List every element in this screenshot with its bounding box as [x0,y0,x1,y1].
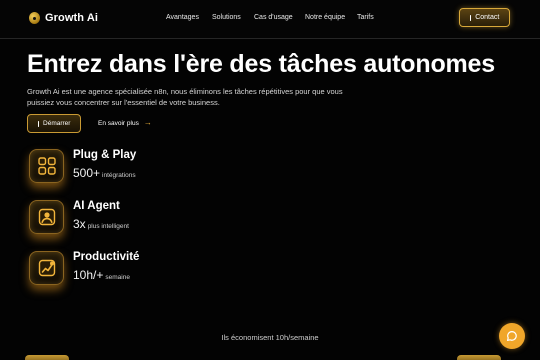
hero-title: Entrez dans l'ère des tâches autonomes [27,50,495,78]
grid-apps-icon [29,149,64,183]
arrow-right-icon: → [143,118,152,127]
feature-stat-label: semaine [105,274,130,281]
feature-title: Productivité [73,251,140,263]
user-agent-icon [29,200,64,234]
learn-more-label: En savoir plus [98,119,139,127]
nav-link-equipe[interactable]: Notre équipe [305,14,345,21]
learn-more-link[interactable]: En savoir plus → [98,119,152,127]
feature-stat-value: 3x [73,217,86,231]
feature-ai-agent: AI Agent 3x plus intelligent [29,200,349,240]
site-header: Growth Ai Avantages Solutions Cas d'usag… [0,0,540,39]
feature-stat: 3x plus intelligent [73,217,129,231]
feature-stat-value: 500+ [73,166,101,180]
partner-logo-card [25,355,69,360]
start-button[interactable]: Démarrer [27,114,81,133]
bar-icon [469,14,472,21]
feature-stat: 10h/+ semaine [73,268,130,282]
feature-plug-play: Plug & Play 500+ intégrations [29,149,349,189]
growth-chart-icon [29,251,64,285]
nav-link-tarifs[interactable]: Tarifs [357,14,374,21]
start-button-label: Démarrer [43,120,71,127]
feature-stat-label: plus intelligent [87,223,129,230]
chat-bubble-icon [507,331,517,341]
feature-stat-value: 10h/+ [73,268,104,282]
savings-note: Ils économisent 10h/semaine [221,333,319,342]
feature-title: AI Agent [73,200,120,212]
contact-button[interactable]: Contact [459,8,510,27]
hero-description: Growth Ai est une agence spécialisée n8n… [27,87,343,107]
bar-icon [37,120,40,127]
partner-logo-card [457,355,501,360]
feature-title: Plug & Play [73,149,137,161]
chat-button[interactable] [499,323,525,349]
nav-link-solutions[interactable]: Solutions [212,14,241,21]
feature-productivite: Productivité 10h/+ semaine [29,251,349,291]
contact-button-label: Contact [475,14,500,21]
feature-stat-label: intégrations [102,172,136,179]
nav-link-avantages[interactable]: Avantages [166,14,199,21]
nav-link-cas-usage[interactable]: Cas d'usage [254,14,293,21]
feature-stat: 500+ intégrations [73,166,136,180]
